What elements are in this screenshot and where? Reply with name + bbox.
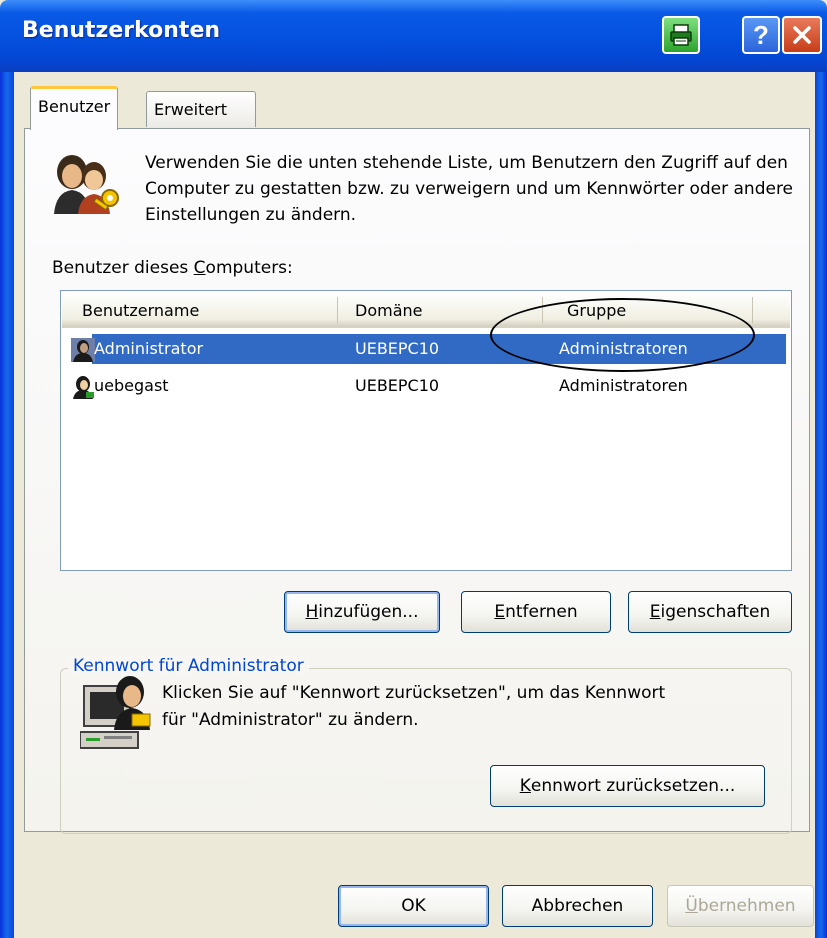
apply-button[interactable]: Übernehmen — [667, 885, 814, 927]
table-row[interactable]: uebegast UEBEPC10 Administratoren — [62, 371, 790, 401]
user-accounts-window: Benutzerkonten ? Benutzer Erweitert Verw… — [0, 0, 827, 938]
users-key-icon — [54, 155, 119, 214]
row-group: Administratoren — [559, 339, 688, 358]
tab-benutzer[interactable]: Benutzer — [30, 86, 119, 130]
column-header-group[interactable]: Gruppe — [567, 301, 626, 320]
help-button[interactable]: ? — [742, 16, 780, 54]
column-separator[interactable] — [752, 297, 753, 323]
column-header-username[interactable]: Benutzername — [82, 301, 199, 320]
password-reset-description: Klicken Sie auf "Kennwort zurücksetzen",… — [162, 680, 665, 734]
users-list[interactable]: Benutzername Domäne Gruppe Administrator… — [60, 290, 792, 571]
column-separator[interactable] — [337, 297, 338, 323]
properties-button[interactable]: Eigenschaften — [628, 591, 792, 633]
title-bar[interactable]: Benutzerkonten ? — [0, 0, 827, 72]
computer-user-icon — [80, 676, 151, 749]
user-icon — [71, 338, 95, 362]
ok-button[interactable]: OK — [338, 885, 489, 927]
printer-icon[interactable] — [662, 16, 700, 54]
column-header-domain[interactable]: Domäne — [355, 301, 422, 320]
cancel-button[interactable]: Abbrechen — [502, 885, 653, 927]
help-icon: ? — [753, 19, 769, 50]
row-domain: UEBEPC10 — [355, 376, 440, 395]
remove-user-button[interactable]: Entfernen — [461, 591, 611, 633]
window-title: Benutzerkonten — [22, 18, 221, 43]
close-icon — [793, 26, 811, 44]
list-header: Benutzername Domäne Gruppe — [62, 292, 790, 328]
tab-benutzer-label: Benutzer — [38, 97, 111, 116]
reset-password-button[interactable]: Kennwort zurücksetzen... — [490, 765, 765, 807]
row-domain: UEBEPC10 — [355, 339, 440, 358]
add-user-button[interactable]: Hinzufügen... — [284, 591, 440, 633]
password-line-2: für "Administrator" zu ändern. — [162, 710, 419, 730]
tab-erweitert-label: Erweitert — [154, 100, 228, 119]
users-list-label: Benutzer dieses Computers: — [52, 258, 293, 278]
row-group: Administratoren — [559, 376, 688, 395]
close-button[interactable] — [782, 16, 822, 54]
password-line-1: Klicken Sie auf "Kennwort zurücksetzen",… — [162, 683, 666, 703]
user-icon — [73, 376, 94, 399]
window-frame-left — [0, 72, 14, 938]
intro-description: Verwenden Sie die unten stehende Liste, … — [145, 153, 794, 225]
tab-erweitert[interactable]: Erweitert — [146, 91, 256, 127]
row-username: Administrator — [94, 339, 204, 358]
window-frame-right — [815, 72, 827, 938]
table-row[interactable]: Administrator UEBEPC10 Administratoren — [62, 334, 790, 364]
column-separator[interactable] — [542, 297, 543, 323]
row-username: uebegast — [94, 376, 169, 395]
